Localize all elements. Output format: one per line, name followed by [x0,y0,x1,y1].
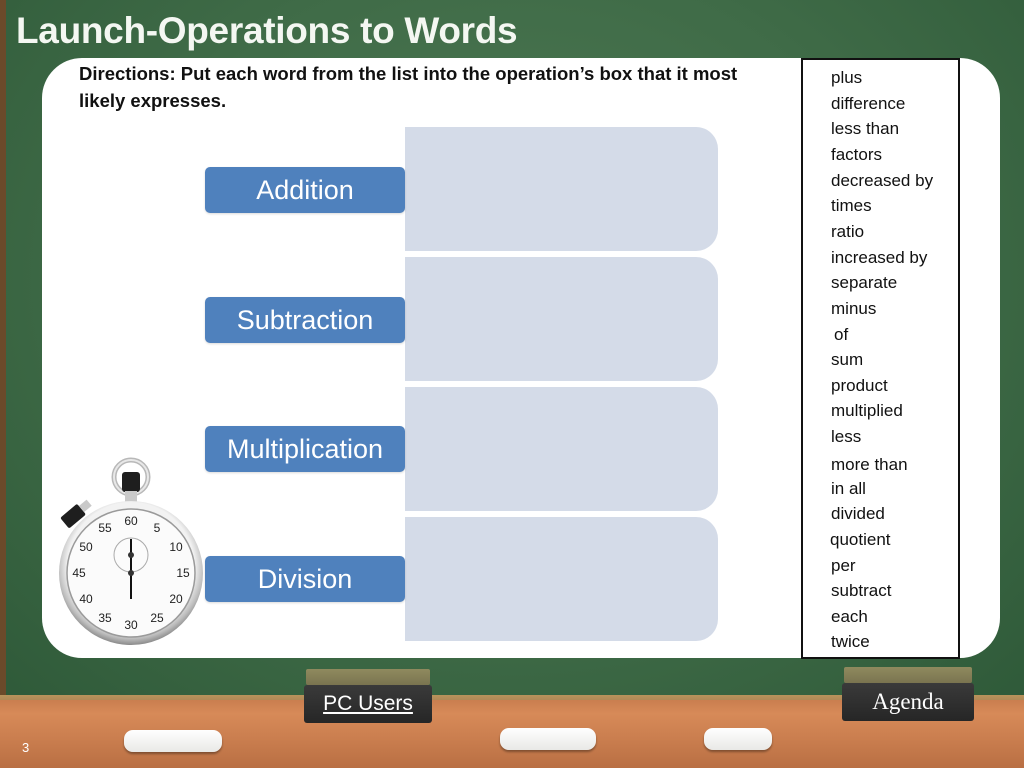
division-drop-box[interactable] [405,517,718,641]
word-item[interactable]: minus [831,299,876,319]
word-item[interactable]: subtract [831,581,891,601]
word-item[interactable]: times [831,196,872,216]
word-list: plus difference less than factors decrea… [801,58,960,659]
slide-number: 3 [22,740,30,755]
pc-users-button[interactable]: PC Users [304,669,432,725]
chalk-piece [500,728,596,750]
dial-number: 10 [169,540,183,554]
word-item[interactable]: difference [831,94,905,114]
dial-number: 40 [79,592,93,606]
word-item[interactable]: each [831,607,868,627]
dial-number: 15 [176,566,190,580]
addition-label: Addition [205,167,405,213]
word-item[interactable]: of [834,325,848,345]
dial-number: 55 [98,521,112,535]
word-item[interactable]: ratio [831,222,864,242]
eraser-felt [306,669,430,685]
dial-number: 5 [154,521,161,535]
word-item[interactable]: factors [831,145,882,165]
multiplication-label: Multiplication [205,426,405,472]
dial-number: 25 [150,611,164,625]
addition-drop-box[interactable] [405,127,718,251]
subtraction-drop-box[interactable] [405,257,718,381]
slide-title: Launch-Operations to Words [16,10,518,51]
multiplication-drop-box[interactable] [405,387,718,511]
eraser-body: Agenda [842,683,974,721]
word-item[interactable]: per [831,556,856,576]
subtraction-label: Subtraction [205,297,405,343]
dial-number: 45 [72,566,86,580]
word-item[interactable]: separate [831,273,897,293]
eraser-felt [844,667,972,683]
eraser-body: PC Users [304,685,432,723]
word-item[interactable]: less than [831,119,899,139]
word-item[interactable]: less [831,427,861,447]
agenda-button[interactable]: Agenda [842,667,974,723]
chalk-piece [704,728,772,750]
dial-number: 35 [98,611,112,625]
word-item[interactable]: multiplied [831,401,903,421]
dial-number: 30 [124,618,138,632]
word-item[interactable]: sum [831,350,863,370]
dial-number: 20 [169,592,183,606]
word-item[interactable]: divided [831,504,885,524]
stopwatch-icon: 60 5 10 15 20 25 30 35 40 45 50 55 [58,455,208,645]
word-item[interactable]: quotient [830,530,891,550]
chalk-piece [124,730,222,752]
dial-number: 50 [79,540,93,554]
agenda-link[interactable]: Agenda [872,689,944,715]
directions-text: Directions: Put each word from the list … [79,63,738,111]
word-item[interactable]: decreased by [831,171,933,191]
word-item[interactable]: twice [831,632,870,652]
division-label: Division [205,556,405,602]
word-item[interactable]: more than [831,455,908,475]
word-item[interactable]: increased by [831,248,927,268]
word-item[interactable]: in all [831,479,866,499]
dial-number: 60 [124,514,138,528]
board-frame [0,0,6,700]
word-item[interactable]: plus [831,68,862,88]
word-item[interactable]: product [831,376,888,396]
pc-users-link[interactable]: PC Users [323,692,413,716]
